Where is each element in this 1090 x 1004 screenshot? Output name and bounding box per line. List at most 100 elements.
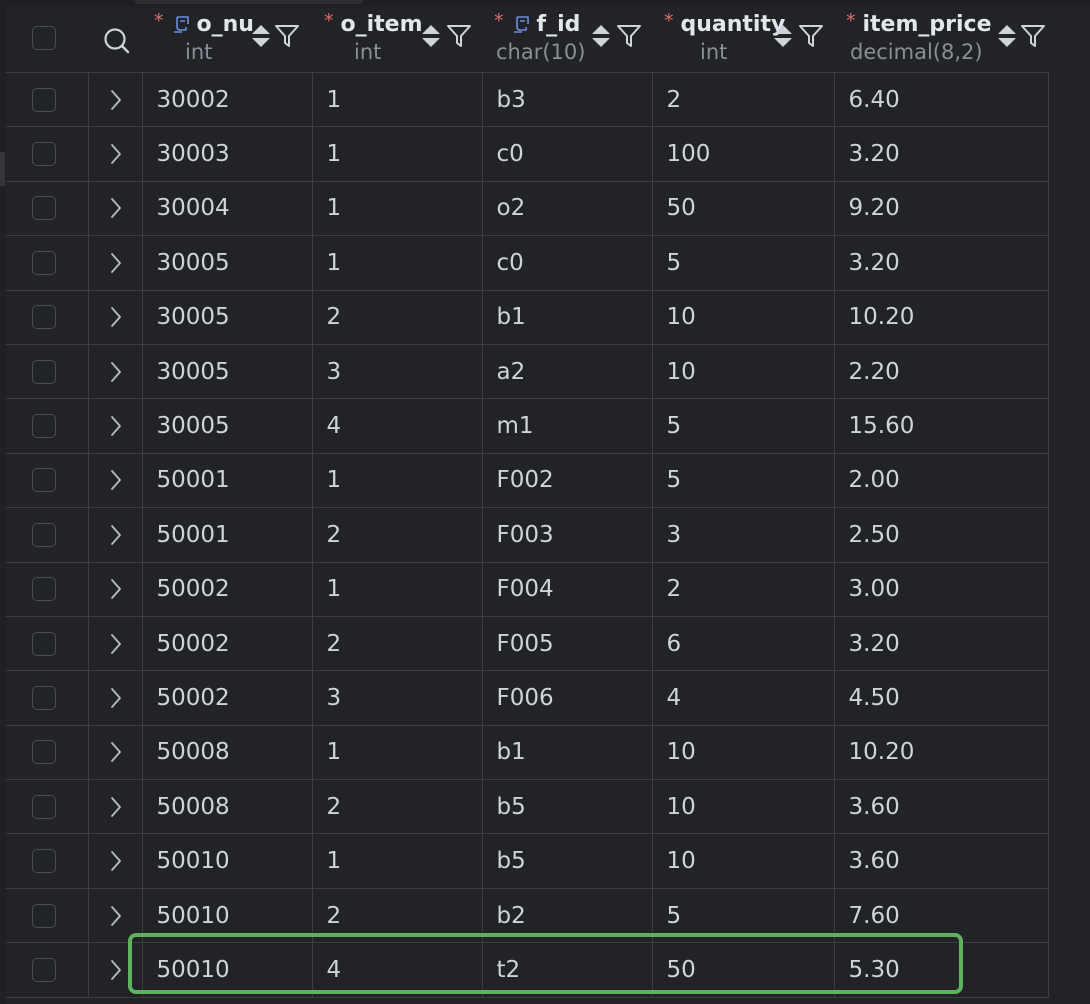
cell-o_item[interactable]: 1 — [311, 833, 482, 889]
cell-quantity[interactable]: 4 — [651, 670, 834, 726]
cell-f_id[interactable]: b2 — [481, 887, 652, 943]
cell-o_item[interactable]: 3 — [311, 343, 482, 399]
cell-f_id[interactable]: a2 — [481, 343, 652, 399]
row-checkbox[interactable] — [32, 577, 56, 602]
chevron-right-icon[interactable] — [109, 959, 123, 981]
cell-o_nu[interactable]: 50010 — [141, 833, 312, 889]
cell-item_price[interactable]: 7.60 — [833, 887, 1049, 943]
cell-quantity[interactable]: 5 — [651, 235, 834, 291]
cell-f_id[interactable]: F003 — [481, 507, 652, 563]
cell-o_nu[interactable]: 30005 — [141, 289, 312, 345]
column-header-o_item[interactable]: * o_item int — [312, 6, 482, 73]
cell-item_price[interactable]: 10.20 — [833, 289, 1049, 345]
chevron-right-icon[interactable] — [109, 578, 123, 600]
cell-f_id[interactable]: F006 — [481, 670, 652, 726]
table-row[interactable]: 50010 1 b5 10 3.60 — [6, 833, 1049, 889]
cell-o_nu[interactable]: 50010 — [141, 942, 312, 998]
cell-item_price[interactable]: 2.50 — [833, 507, 1049, 563]
chevron-right-icon[interactable] — [109, 252, 123, 274]
chevron-right-icon[interactable] — [109, 741, 123, 763]
cell-o_nu[interactable]: 50002 — [141, 561, 312, 617]
cell-quantity[interactable]: 6 — [651, 615, 834, 671]
sort-icon[interactable] — [996, 22, 1018, 50]
cell-o_item[interactable]: 1 — [311, 724, 482, 780]
cell-item_price[interactable]: 3.00 — [833, 561, 1049, 617]
search-icon[interactable] — [102, 26, 132, 56]
table-row[interactable]: 30005 1 c0 5 3.20 — [6, 235, 1049, 291]
chevron-right-icon[interactable] — [109, 524, 123, 546]
cell-o_item[interactable]: 1 — [311, 561, 482, 617]
filter-icon[interactable] — [798, 23, 824, 49]
chevron-right-icon[interactable] — [109, 687, 123, 709]
cell-item_price[interactable]: 10.20 — [833, 724, 1049, 780]
chevron-right-icon[interactable] — [109, 197, 123, 219]
cell-quantity[interactable]: 5 — [651, 887, 834, 943]
filter-icon[interactable] — [1020, 23, 1046, 49]
cell-item_price[interactable]: 2.20 — [833, 343, 1049, 399]
cell-quantity[interactable]: 2 — [651, 71, 834, 127]
column-header-quantity[interactable]: * quantity int — [652, 6, 834, 73]
filter-icon[interactable] — [446, 23, 472, 49]
cell-o_nu[interactable]: 50001 — [141, 452, 312, 508]
chevron-right-icon[interactable] — [109, 415, 123, 437]
sort-icon[interactable] — [590, 22, 612, 50]
chevron-right-icon[interactable] — [109, 905, 123, 927]
cell-o_nu[interactable]: 50010 — [141, 887, 312, 943]
table-row[interactable]: 50002 3 F006 4 4.50 — [6, 670, 1049, 726]
cell-o_item[interactable]: 1 — [311, 126, 482, 182]
table-row[interactable]: 50008 1 b1 10 10.20 — [6, 724, 1049, 780]
cell-f_id[interactable]: b1 — [481, 289, 652, 345]
cell-item_price[interactable]: 3.20 — [833, 235, 1049, 291]
row-checkbox[interactable] — [32, 903, 56, 928]
cell-f_id[interactable]: c0 — [481, 235, 652, 291]
table-row[interactable]: 50001 1 F002 5 2.00 — [6, 452, 1049, 508]
column-header-o_nu[interactable]: * o_nu int — [142, 6, 312, 73]
cell-o_nu[interactable]: 30004 — [141, 180, 312, 236]
cell-quantity[interactable]: 50 — [651, 942, 834, 998]
cell-f_id[interactable]: b1 — [481, 724, 652, 780]
cell-f_id[interactable]: o2 — [481, 180, 652, 236]
cell-item_price[interactable]: 15.60 — [833, 398, 1049, 454]
chevron-right-icon[interactable] — [109, 89, 123, 111]
filter-icon[interactable] — [616, 23, 642, 49]
cell-o_item[interactable]: 2 — [311, 779, 482, 834]
cell-o_item[interactable]: 4 — [311, 942, 482, 998]
cell-quantity[interactable]: 10 — [651, 289, 834, 345]
row-checkbox[interactable] — [32, 305, 56, 330]
cell-f_id[interactable]: c0 — [481, 126, 652, 182]
chevron-right-icon[interactable] — [109, 143, 123, 165]
cell-o_nu[interactable]: 50002 — [141, 615, 312, 671]
cell-o_nu[interactable]: 50008 — [141, 779, 312, 834]
cell-item_price[interactable]: 3.20 — [833, 615, 1049, 671]
row-checkbox[interactable] — [32, 957, 56, 982]
cell-f_id[interactable]: b3 — [481, 71, 652, 127]
table-row[interactable]: 50001 2 F003 3 2.50 — [6, 507, 1049, 563]
row-checkbox[interactable] — [32, 685, 56, 710]
table-row[interactable]: 50002 2 F005 6 3.20 — [6, 615, 1049, 671]
cell-item_price[interactable]: 5.30 — [833, 942, 1049, 998]
row-checkbox[interactable] — [32, 196, 56, 221]
cell-o_nu[interactable]: 30005 — [141, 343, 312, 399]
cell-o_item[interactable]: 4 — [311, 398, 482, 454]
cell-item_price[interactable]: 6.40 — [833, 71, 1049, 127]
cell-f_id[interactable]: F004 — [481, 561, 652, 617]
cell-o_item[interactable]: 2 — [311, 507, 482, 563]
sort-icon[interactable] — [420, 22, 442, 50]
cell-f_id[interactable]: F005 — [481, 615, 652, 671]
cell-o_nu[interactable]: 50001 — [141, 507, 312, 563]
chevron-right-icon[interactable] — [109, 850, 123, 872]
cell-quantity[interactable]: 10 — [651, 779, 834, 834]
cell-o_nu[interactable]: 30005 — [141, 398, 312, 454]
cell-item_price[interactable]: 9.20 — [833, 180, 1049, 236]
cell-o_item[interactable]: 1 — [311, 452, 482, 508]
cell-o_item[interactable]: 1 — [311, 235, 482, 291]
row-checkbox[interactable] — [32, 794, 56, 819]
cell-o_nu[interactable]: 30005 — [141, 235, 312, 291]
table-row[interactable]: 30003 1 c0 100 3.20 — [6, 126, 1049, 182]
cell-f_id[interactable]: F002 — [481, 452, 652, 508]
chevron-right-icon[interactable] — [109, 796, 123, 818]
chevron-right-icon[interactable] — [109, 361, 123, 383]
row-checkbox[interactable] — [32, 468, 56, 493]
table-row[interactable]: 50002 1 F004 2 3.00 — [6, 561, 1049, 617]
cell-quantity[interactable]: 5 — [651, 452, 834, 508]
